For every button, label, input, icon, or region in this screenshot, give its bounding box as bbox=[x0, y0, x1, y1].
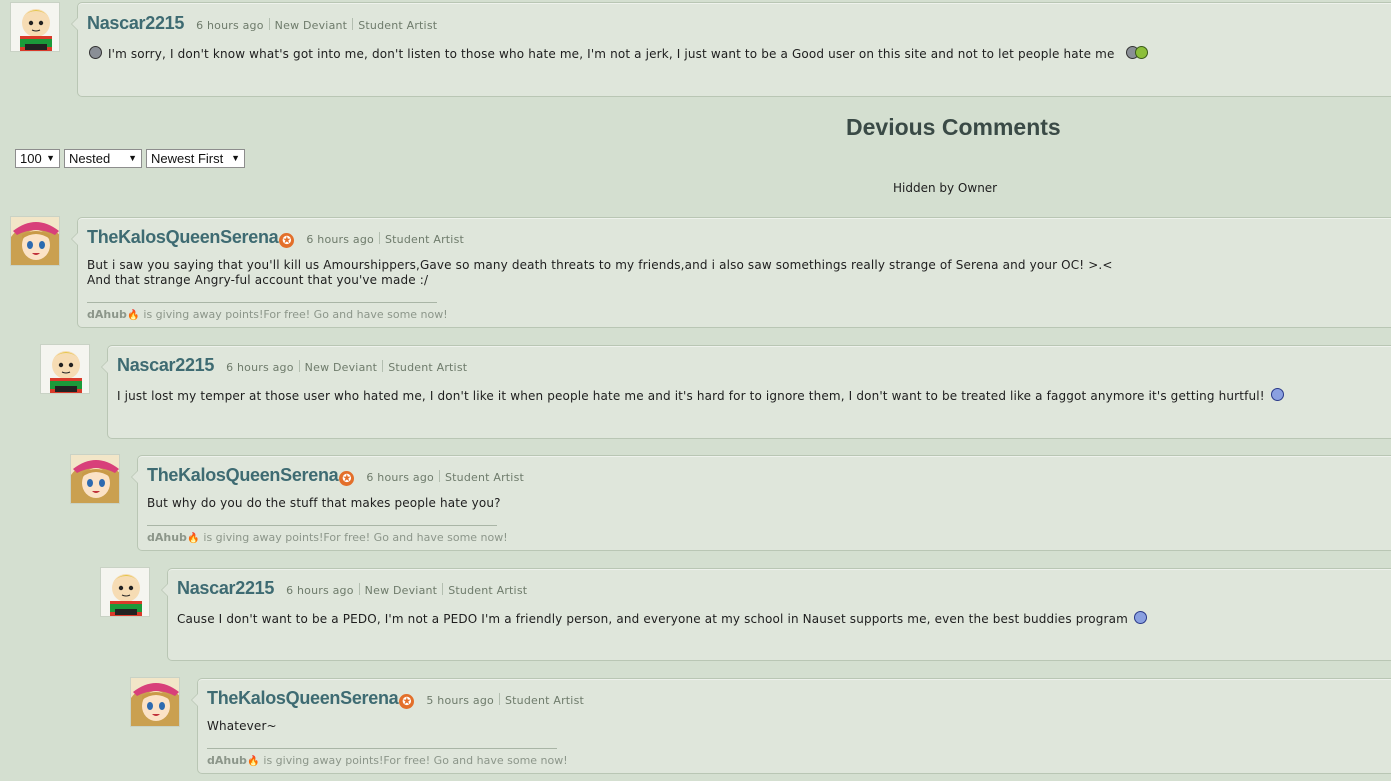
premium-badge-icon: ✪ bbox=[339, 471, 355, 486]
flame-icon: 🔥 bbox=[186, 533, 200, 544]
username-link[interactable]: TheKalosQueenSerena bbox=[207, 688, 399, 709]
avatar-serena[interactable] bbox=[10, 216, 60, 266]
avatar-nascar[interactable] bbox=[10, 2, 60, 52]
comment-time[interactable]: 6 hours ago bbox=[366, 471, 434, 484]
dropdown-arrow-icon: ▼ bbox=[46, 153, 55, 163]
sick-emoticon bbox=[1135, 46, 1149, 59]
section-title: Devious Comments bbox=[846, 114, 1061, 140]
comment-time[interactable]: 6 hours ago bbox=[306, 233, 374, 246]
comment-text: I just lost my temper at those user who … bbox=[117, 389, 1265, 403]
username-link[interactable]: Nascar2215 bbox=[117, 355, 214, 376]
signature: dAhub🔥 is giving away points!For free! Go… bbox=[207, 748, 568, 767]
user-tag: Student Artist bbox=[444, 471, 525, 484]
comment-text: Cause I don't want to be a PEDO, I'm not… bbox=[177, 612, 1128, 626]
username-link[interactable]: Nascar2215 bbox=[87, 13, 184, 34]
dropdown-arrow-icon: ▼ bbox=[231, 153, 240, 163]
sad-emoticon bbox=[1133, 611, 1147, 624]
avatar-serena[interactable] bbox=[130, 677, 180, 727]
comment-box: TheKalosQueenSerena ✪ 6 hours ago Student… bbox=[131, 455, 1391, 551]
comment-box: Nascar2215 6 hours ago New Deviant Student… bbox=[71, 2, 1391, 97]
signature-text: is giving away points!For free! Go and h… bbox=[263, 754, 568, 767]
comment-text: But why do you do the stuff that makes p… bbox=[147, 496, 501, 510]
per-page-value: 100 bbox=[20, 151, 42, 166]
avatar-nascar[interactable] bbox=[100, 567, 150, 617]
user-tag: Student Artist bbox=[504, 694, 585, 707]
comment-time[interactable]: 6 hours ago bbox=[286, 584, 354, 597]
flame-icon: 🔥 bbox=[246, 756, 260, 767]
comment-text: And that strange Angry-ful account that … bbox=[87, 273, 429, 287]
comment-time[interactable]: 5 hours ago bbox=[426, 694, 494, 707]
per-page-select[interactable]: 100 ▼ bbox=[15, 149, 60, 168]
premium-badge-icon: ✪ bbox=[279, 233, 295, 248]
signature-link[interactable]: dAhub bbox=[87, 308, 127, 321]
user-tag: Student Artist bbox=[448, 584, 528, 597]
comment-time[interactable]: 6 hours ago bbox=[226, 361, 294, 374]
user-tag: Student Artist bbox=[388, 361, 468, 374]
signature: dAhub🔥 is giving away points!For free! Go… bbox=[87, 302, 448, 321]
comment-box: Nascar2215 6 hours ago New Deviant Student… bbox=[101, 345, 1391, 439]
username-link[interactable]: Nascar2215 bbox=[177, 578, 274, 599]
comment-text: I'm sorry, I don't know what's got into … bbox=[107, 47, 1115, 61]
sort-order-select[interactable]: Newest First ▼ bbox=[146, 149, 245, 168]
username-link[interactable]: TheKalosQueenSerena bbox=[87, 227, 279, 248]
comment-text: But i saw you saying that you'll kill us… bbox=[87, 258, 1113, 272]
comment-box: TheKalosQueenSerena ✪ 5 hours ago Student… bbox=[191, 678, 1391, 774]
sad-emoticon bbox=[1270, 388, 1284, 401]
sort-order-value: Newest First bbox=[151, 151, 224, 166]
signature-text: is giving away points!For free! Go and h… bbox=[143, 308, 448, 321]
avatar-nascar[interactable] bbox=[40, 344, 90, 394]
avatar-serena[interactable] bbox=[70, 454, 120, 504]
user-tag: Student Artist bbox=[358, 19, 438, 32]
hidden-by-owner-note: Hidden by Owner bbox=[893, 181, 998, 195]
premium-badge-icon: ✪ bbox=[399, 694, 415, 709]
user-tag: New Deviant bbox=[304, 361, 378, 374]
username-link[interactable]: TheKalosQueenSerena bbox=[147, 465, 339, 486]
signature-link[interactable]: dAhub bbox=[147, 531, 187, 544]
thread-mode-value: Nested bbox=[69, 151, 111, 166]
comment-box: TheKalosQueenSerena ✪ 6 hours ago Student… bbox=[71, 217, 1391, 328]
dropdown-arrow-icon: ▼ bbox=[128, 153, 137, 163]
thread-mode-select[interactable]: Nested ▼ bbox=[64, 149, 142, 168]
user-tag: Student Artist bbox=[384, 233, 465, 246]
user-tag: New Deviant bbox=[364, 584, 438, 597]
comment-box: Nascar2215 6 hours ago New Deviant Student… bbox=[161, 568, 1391, 661]
comment-time[interactable]: 6 hours ago bbox=[196, 19, 264, 32]
signature-link[interactable]: dAhub bbox=[207, 754, 247, 767]
upset-emoticon bbox=[89, 46, 102, 59]
comment-text: Whatever~ bbox=[207, 719, 277, 733]
signature-text: is giving away points!For free! Go and h… bbox=[203, 531, 508, 544]
signature: dAhub🔥 is giving away points!For free! Go… bbox=[147, 525, 508, 544]
flame-icon: 🔥 bbox=[126, 310, 140, 321]
user-tag: New Deviant bbox=[274, 19, 348, 32]
